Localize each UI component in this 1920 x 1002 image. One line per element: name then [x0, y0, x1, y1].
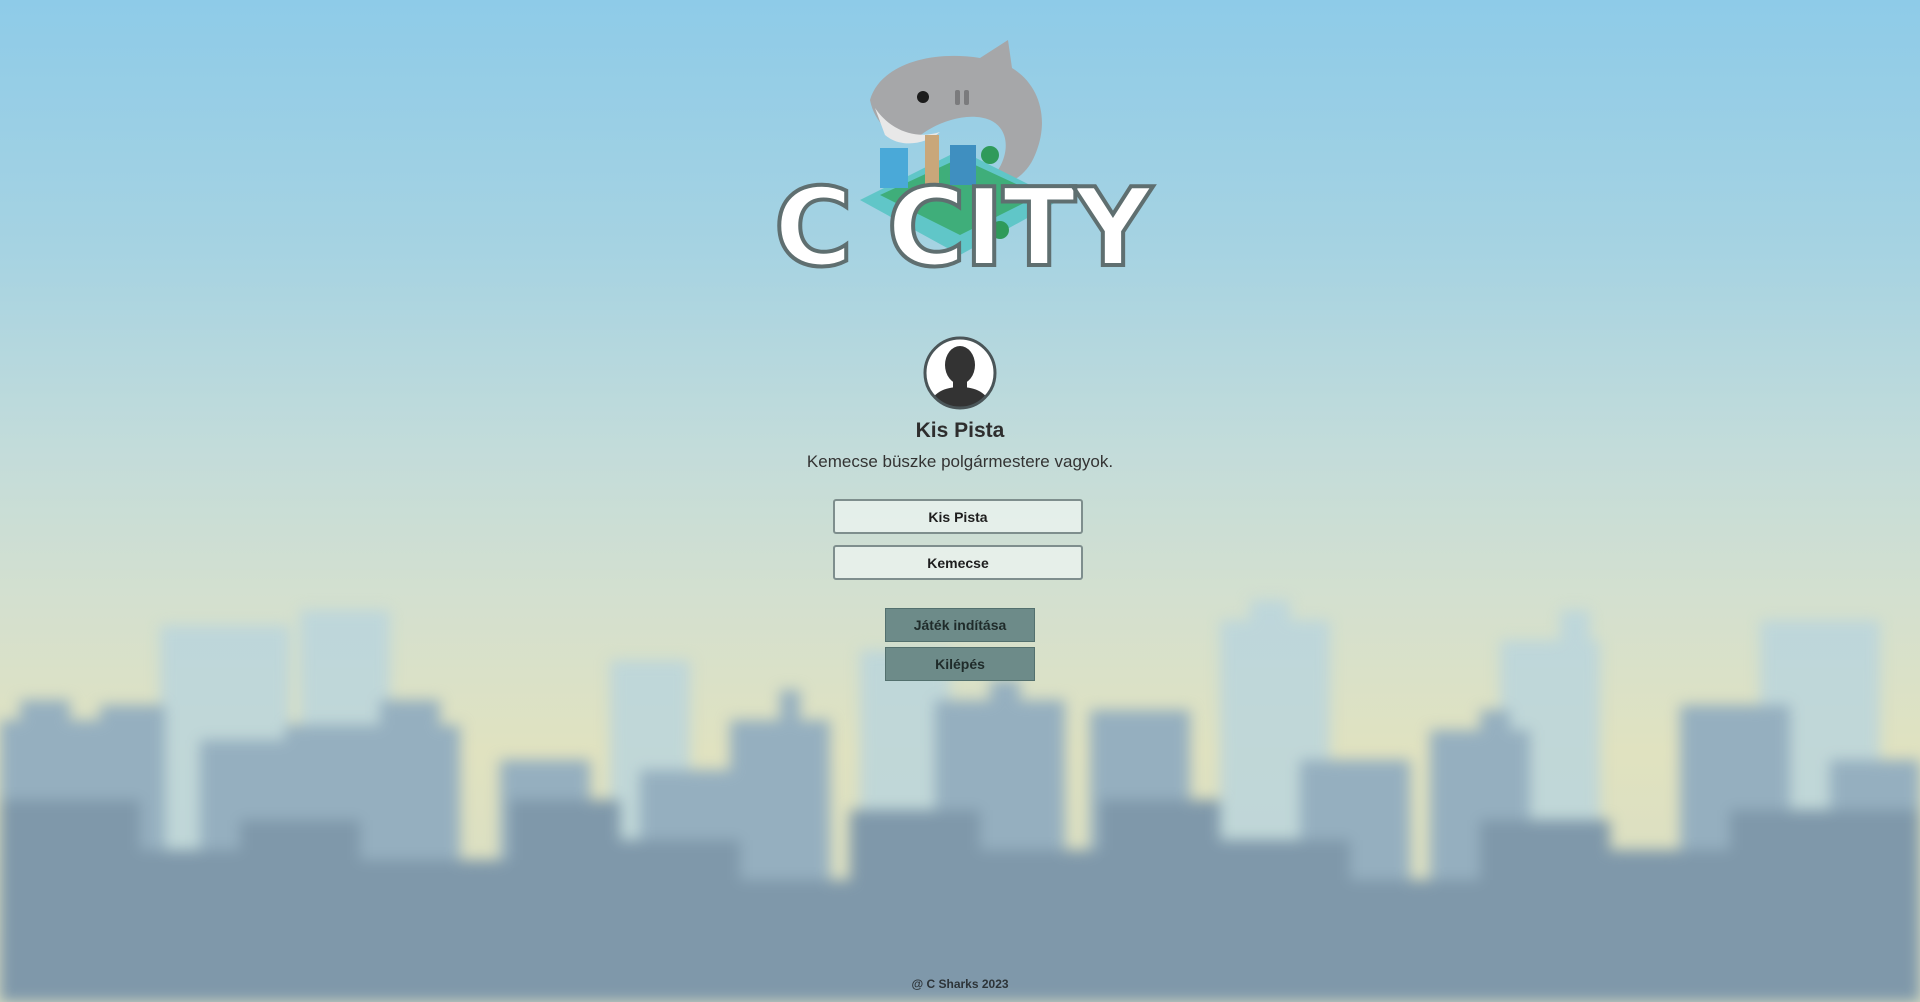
shark-city-logo: C CITY: [772, 40, 1158, 290]
svg-text:C CITY: C CITY: [774, 166, 1154, 290]
player-bio: Kemecse büszke polgármestere vagyok.: [806, 452, 1114, 471]
start-game-button[interactable]: Játék indítása: [885, 608, 1035, 642]
copyright-footer: @ C Sharks 2023: [911, 977, 1009, 991]
exit-button[interactable]: Kilépés: [885, 647, 1035, 681]
city-name-input[interactable]: [833, 545, 1083, 580]
main-menu: C CITY Kis Pista Kemecse büszke polgárme…: [0, 0, 1920, 1002]
player-name-input[interactable]: [833, 499, 1083, 534]
user-silhouette-icon: [923, 336, 997, 410]
player-name: Kis Pista: [915, 419, 1005, 442]
